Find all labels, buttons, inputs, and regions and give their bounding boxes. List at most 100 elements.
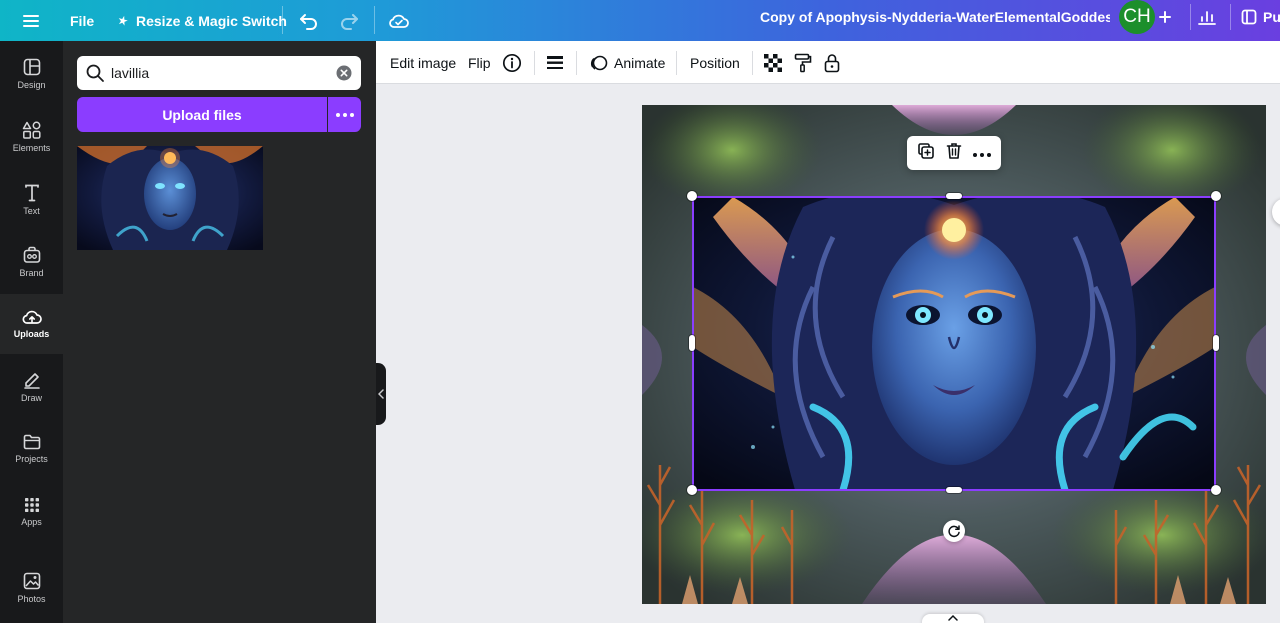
nav-label: Elements — [12, 143, 51, 153]
nav-design[interactable]: Design — [0, 44, 63, 104]
nav-label: Text — [23, 206, 40, 216]
resize-handle-bottom[interactable] — [946, 487, 962, 493]
divider — [534, 51, 535, 75]
collapse-panel-button[interactable] — [376, 363, 386, 425]
divider — [676, 51, 677, 75]
clear-search-icon[interactable] — [335, 64, 353, 82]
transparency-button[interactable] — [764, 49, 782, 76]
copy-style-button[interactable] — [794, 49, 812, 76]
plus-icon — [1159, 11, 1171, 23]
rotate-icon — [948, 525, 960, 538]
upload-files-button[interactable]: Upload files — [77, 97, 327, 132]
nav-label: Draw — [20, 393, 42, 403]
resize-handle-bottom-right[interactable] — [1211, 485, 1221, 495]
shapes-icon — [22, 121, 41, 139]
divider — [752, 51, 753, 75]
publish-button[interactable]: Pu — [1230, 4, 1280, 30]
context-toolbar: Edit image Flip Animate Position — [376, 41, 1280, 84]
border-style-button[interactable] — [546, 49, 564, 76]
animate-button[interactable]: Animate — [590, 49, 665, 76]
redo-icon — [341, 14, 358, 30]
edit-image-button[interactable]: Edit image — [390, 49, 456, 76]
lock-button[interactable] — [824, 49, 840, 76]
save-status-button[interactable] — [384, 6, 414, 36]
nav-label: Projects — [15, 454, 48, 464]
nav-photos[interactable]: Photos — [0, 558, 63, 618]
nav-label: Design — [17, 80, 46, 90]
more-horizontal-icon — [973, 153, 992, 157]
top-bar: File Resize & Magic Switch Copy of Apoph… — [0, 0, 1280, 41]
image-icon — [23, 572, 40, 590]
chevron-up-icon — [948, 614, 958, 621]
transparency-checker-icon — [764, 53, 782, 72]
divider — [282, 6, 283, 34]
folder-icon — [23, 434, 40, 450]
resize-magic-switch-button[interactable]: Resize & Magic Switch — [112, 8, 291, 34]
animate-icon — [590, 55, 608, 70]
layout-icon — [23, 58, 40, 76]
search-box — [77, 56, 361, 90]
more-options-button[interactable] — [973, 144, 992, 162]
rotate-handle[interactable] — [943, 520, 965, 542]
info-icon — [502, 53, 522, 72]
nav-text[interactable]: Text — [0, 170, 63, 230]
position-button[interactable]: Position — [690, 49, 740, 76]
side-panel-toggle[interactable] — [1272, 198, 1280, 226]
more-horizontal-icon — [335, 112, 354, 117]
add-collaborator-button[interactable] — [1152, 4, 1178, 30]
duplicate-icon — [917, 142, 934, 159]
pen-icon — [23, 373, 40, 389]
paint-roller-icon — [794, 53, 812, 72]
resize-handle-top[interactable] — [946, 193, 962, 199]
lock-icon — [824, 53, 840, 72]
upload-options-button[interactable] — [328, 97, 361, 132]
element-floating-toolbar — [907, 136, 1001, 170]
nav-elements[interactable]: Elements — [0, 107, 63, 167]
file-menu-button[interactable]: File — [66, 8, 98, 34]
undo-button[interactable] — [294, 6, 324, 36]
resize-label: Resize & Magic Switch — [136, 13, 287, 29]
redo-button[interactable] — [334, 6, 364, 36]
resize-handle-bottom-left[interactable] — [687, 485, 697, 495]
publish-label: Pu — [1263, 9, 1280, 25]
nav-apps[interactable]: Apps — [0, 482, 63, 542]
nav-label: Apps — [21, 517, 42, 527]
text-t-icon — [24, 184, 39, 202]
selected-goddess-image[interactable] — [693, 197, 1215, 490]
delete-button[interactable] — [946, 142, 962, 165]
trash-icon — [946, 142, 962, 159]
resize-handle-right[interactable] — [1213, 335, 1219, 351]
search-input[interactable] — [111, 62, 321, 84]
resize-handle-top-left[interactable] — [687, 191, 697, 201]
uploads-panel: Upload files — [63, 41, 376, 623]
briefcase-icon — [23, 246, 40, 263]
cloud-upload-icon — [22, 310, 42, 324]
menu-icon — [23, 15, 39, 27]
nav-projects[interactable]: Projects — [0, 419, 63, 479]
search-icon — [86, 64, 104, 82]
goddess-portrait-image — [693, 197, 1215, 490]
nav-draw[interactable]: Draw — [0, 357, 63, 417]
avatar[interactable]: CH — [1119, 0, 1155, 34]
flip-button[interactable]: Flip — [468, 49, 491, 76]
nav-uploads[interactable]: Uploads — [0, 294, 63, 354]
uploaded-image-thumbnail[interactable] — [77, 146, 263, 250]
nav-brand[interactable]: Brand — [0, 232, 63, 292]
document-title[interactable]: Copy of Apophysis-Nydderia-WaterElementa… — [760, 9, 1110, 25]
insights-button[interactable] — [1190, 4, 1222, 30]
crown-sparkle-icon — [118, 15, 128, 26]
goddess-thumbnail-image — [77, 146, 263, 250]
resize-handle-left[interactable] — [689, 335, 695, 351]
bar-chart-icon — [1197, 11, 1216, 25]
divider — [374, 6, 375, 34]
info-button[interactable] — [502, 49, 522, 76]
duplicate-button[interactable] — [917, 142, 935, 165]
cloud-sync-icon — [389, 14, 409, 28]
menu-button[interactable] — [16, 8, 46, 34]
grid-icon — [24, 498, 39, 512]
pages-toggle-button[interactable] — [922, 614, 984, 623]
left-nav-rail: Design Elements Text Brand Uploads Draw … — [0, 41, 63, 623]
border-weight-icon — [547, 55, 563, 69]
divider — [576, 51, 577, 75]
resize-handle-top-right[interactable] — [1211, 191, 1221, 201]
